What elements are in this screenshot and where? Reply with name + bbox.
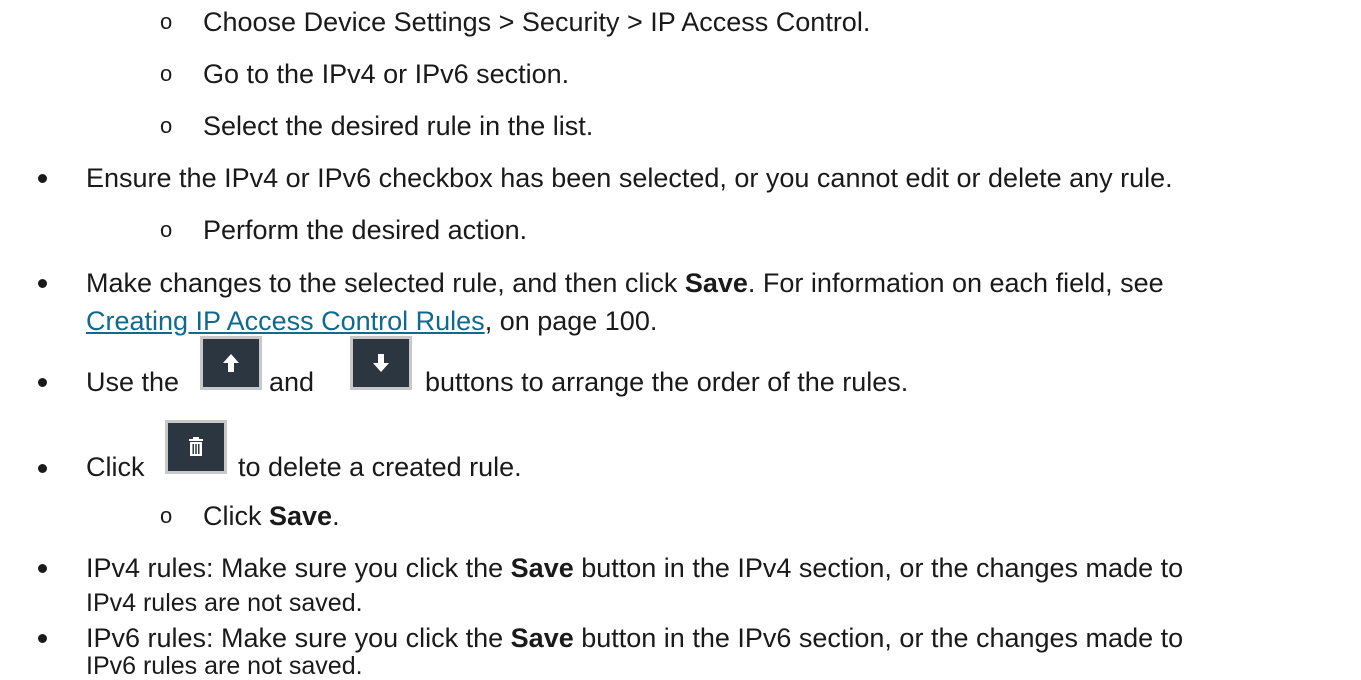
sub-bullet-marker: o — [160, 217, 173, 242]
delete-button — [165, 420, 227, 474]
text-segment: Make changes to the selected rule, and t… — [86, 268, 685, 298]
sub-bullet-marker: o — [160, 61, 173, 86]
list-item: Perform the desired action. — [203, 215, 528, 245]
text-segment: button in the IPv4 section, or the chang… — [573, 553, 1184, 583]
trash-icon — [189, 437, 203, 456]
text-segment: buttons to arrange the order of the rule… — [425, 367, 909, 397]
list-item-continuation: Creating IP Access Control Rules, on pag… — [86, 305, 657, 337]
bullet-marker — [38, 564, 47, 573]
bullet-marker — [38, 634, 47, 643]
text-segment: Click — [86, 452, 145, 482]
text-segment: IPv6 rules: Make sure you click the — [86, 623, 511, 653]
sub-bullet-marker: o — [160, 113, 173, 138]
text-segment: . For information on each field, see — [747, 268, 1164, 298]
list-item-continuation: IPv4 rules are not saved. — [86, 589, 363, 617]
text-segment: to delete a created rule. — [238, 452, 522, 482]
save-label: Save — [510, 623, 574, 653]
text-segment: , on page 100. — [484, 306, 658, 336]
list-item: Ensure the IPv4 or IPv6 checkbox has bee… — [86, 163, 1173, 193]
sub-bullet-marker: o — [160, 503, 173, 528]
save-label: Save — [269, 501, 333, 531]
arrow-up-icon — [223, 354, 239, 372]
move-down-button — [350, 336, 412, 390]
text-segment: and — [269, 367, 315, 397]
text-segment: IPv4 rules: Make sure you click the — [86, 553, 511, 583]
list-item: Choose Device Settings > Security > IP A… — [203, 7, 871, 37]
arrow-down-icon — [373, 354, 389, 372]
bullet-marker — [38, 378, 47, 387]
list-item: Select the desired rule in the list. — [203, 111, 594, 141]
sub-bullet-marker: o — [160, 9, 173, 34]
bullet-marker — [38, 174, 47, 183]
save-label: Save — [510, 553, 574, 583]
list-item-continuation: IPv6 rules are not saved. — [86, 652, 363, 680]
list-item: Go to the IPv4 or IPv6 section. — [203, 59, 570, 89]
text-segment: Click — [203, 501, 269, 531]
text-segment: button in the IPv6 section, or the chang… — [573, 623, 1184, 653]
list-item: Make changes to the selected rule, and t… — [86, 267, 1164, 299]
bullet-marker — [38, 279, 47, 288]
list-item: IPv4 rules: Make sure you click the Save… — [86, 552, 1183, 584]
save-label: Save — [684, 268, 748, 298]
bullet-marker — [38, 464, 47, 473]
list-item: Click Save. — [203, 500, 340, 532]
text-segment: Use the — [86, 367, 180, 397]
list-item: IPv6 rules: Make sure you click the Save… — [86, 622, 1183, 654]
creating-rules-link[interactable]: Creating IP Access Control Rules — [86, 306, 485, 336]
text-segment: . — [332, 501, 340, 531]
move-up-button — [200, 336, 262, 390]
